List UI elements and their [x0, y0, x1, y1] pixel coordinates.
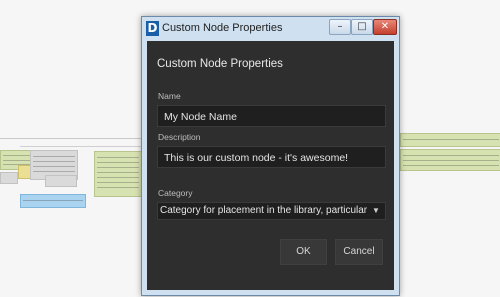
maximize-button[interactable]: □: [351, 19, 373, 35]
graph-node[interactable]: [20, 194, 86, 208]
connector-wire: [20, 146, 141, 147]
custom-node-properties-window: D Custom Node Properties – □ ✕ Custom No…: [141, 16, 400, 296]
connector-wire: [0, 138, 141, 139]
graph-node[interactable]: [45, 175, 77, 187]
category-select[interactable]: Category for placement in the library, p…: [157, 202, 386, 220]
name-input[interactable]: My Node Name: [157, 105, 386, 127]
title-bar[interactable]: D Custom Node Properties – □ ✕: [142, 17, 399, 41]
description-input[interactable]: This is our custom node - it's awesome!: [157, 146, 386, 168]
category-value: Category for placement in the library, p…: [160, 205, 375, 216]
dynamo-app-icon: D: [146, 21, 159, 36]
graph-node[interactable]: [400, 133, 500, 147]
graph-node[interactable]: [94, 151, 142, 197]
description-label: Description: [158, 132, 201, 142]
graph-node[interactable]: [400, 149, 500, 171]
category-label: Category: [158, 188, 193, 198]
graph-node[interactable]: [0, 172, 18, 184]
cancel-button[interactable]: Cancel: [335, 239, 383, 265]
window-title: Custom Node Properties: [162, 22, 283, 34]
minimize-button[interactable]: –: [329, 19, 351, 35]
dialog-content: Custom Node Properties Name My Node Name…: [147, 41, 394, 290]
ok-button[interactable]: OK: [280, 239, 327, 265]
close-button[interactable]: ✕: [373, 19, 397, 35]
chevron-down-icon[interactable]: ▼: [367, 203, 385, 219]
dialog-heading: Custom Node Properties: [157, 58, 283, 70]
name-label: Name: [158, 91, 181, 101]
